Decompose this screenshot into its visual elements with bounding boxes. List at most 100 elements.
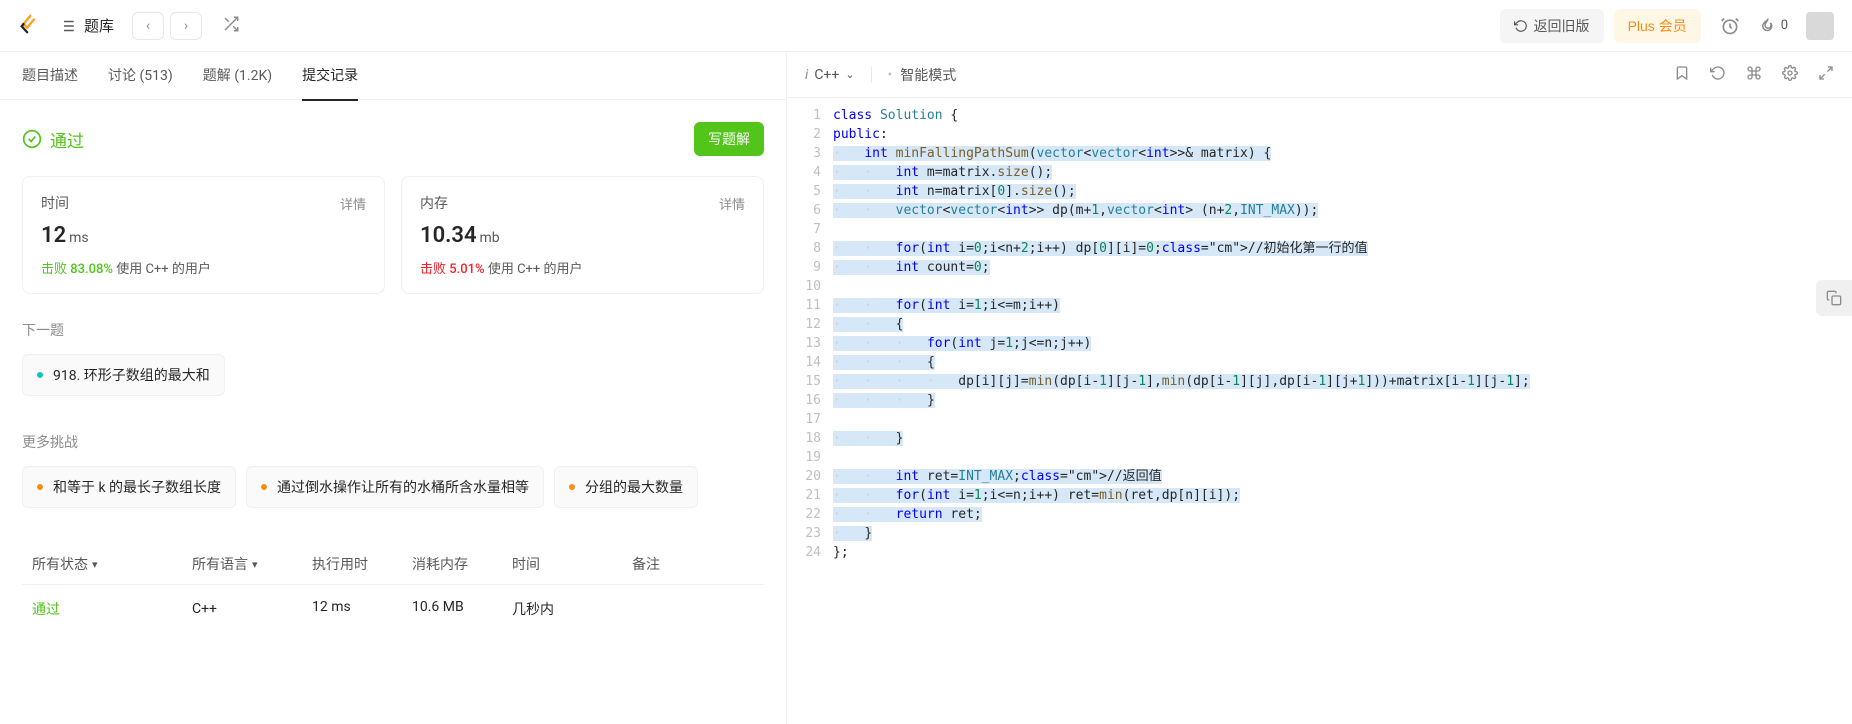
code-line: 19 bbox=[787, 448, 1852, 467]
dot-icon: • bbox=[888, 67, 893, 83]
code-line: 3· int minFallingPathSum(vector<vector<i… bbox=[787, 144, 1852, 163]
code-line: 6· · vector<vector<int>> dp(m+1,vector<i… bbox=[787, 201, 1852, 220]
code-line: 13· · · for(int j=1;j<=n;j++) bbox=[787, 334, 1852, 353]
challenge-chip[interactable]: 和等于 k 的最长子数组长度 bbox=[22, 466, 236, 508]
memory-value: 10.34 bbox=[420, 223, 477, 248]
logo-icon[interactable] bbox=[18, 13, 40, 39]
avatar[interactable] bbox=[1806, 12, 1834, 40]
time-suffix: 使用 C++ 的用户 bbox=[116, 262, 211, 277]
col-time-header: 时间 bbox=[502, 554, 622, 574]
col-memory-header: 消耗内存 bbox=[402, 554, 502, 574]
info-icon: i bbox=[805, 67, 808, 83]
row-status: 通过 bbox=[22, 599, 182, 619]
code-line: 21· · for(int i=1;i<=n;i++) ret=min(ret,… bbox=[787, 486, 1852, 505]
code-line: 10 bbox=[787, 277, 1852, 296]
time-label: 时间 bbox=[41, 193, 69, 213]
copy-icon[interactable] bbox=[1816, 280, 1852, 316]
time-card: 时间 详情 12ms 击败 83.08% 使用 C++ 的用户 bbox=[22, 176, 385, 294]
code-line: 24}; bbox=[787, 543, 1852, 562]
topbar: 题库 ‹ › 返回旧版 Plus 会员 0 bbox=[0, 0, 1852, 52]
table-row[interactable]: 通过 C++ 12 ms 10.6 MB 几秒内 bbox=[22, 585, 764, 633]
command-icon[interactable] bbox=[1746, 65, 1762, 85]
code-line: 7 bbox=[787, 220, 1852, 239]
col-runtime-header: 执行用时 bbox=[302, 554, 402, 574]
code-line: 9· · int count=0; bbox=[787, 258, 1852, 277]
memory-detail[interactable]: 详情 bbox=[719, 194, 745, 213]
row-time: 几秒内 bbox=[502, 599, 622, 619]
code-line: 15· · · · dp[i][j]=min(dp[i-1][j-1],min(… bbox=[787, 372, 1852, 391]
submission-table-head: 所有状态 ▾ 所有语言 ▾ 执行用时 消耗内存 时间 备注 bbox=[22, 544, 764, 585]
time-beat-prefix: 击败 bbox=[41, 262, 67, 277]
code-editor[interactable]: 1class Solution {2public:3· int minFalli… bbox=[787, 98, 1852, 724]
tabs: 题目描述 讨论 (513) 题解 (1.2K) 提交记录 bbox=[0, 52, 786, 100]
memory-pct: 5.01% bbox=[449, 262, 484, 277]
problems-label[interactable]: 题库 bbox=[84, 15, 114, 36]
memory-unit: mb bbox=[480, 230, 500, 246]
challenge-chip[interactable]: 分组的最大数量 bbox=[554, 466, 698, 508]
list-icon[interactable] bbox=[58, 17, 76, 35]
difficulty-dot-icon bbox=[569, 484, 575, 490]
prev-problem-button[interactable]: ‹ bbox=[132, 12, 164, 40]
next-title: 下一题 bbox=[22, 320, 764, 340]
tab-submissions[interactable]: 提交记录 bbox=[302, 52, 358, 101]
difficulty-dot-icon bbox=[37, 484, 43, 490]
col-status-header[interactable]: 所有状态 ▾ bbox=[22, 554, 182, 574]
language-label: C++ bbox=[814, 67, 839, 83]
next-problem-button[interactable]: › bbox=[170, 12, 202, 40]
time-value: 12 bbox=[41, 223, 66, 248]
status-pass: 通过 bbox=[22, 127, 84, 152]
code-line: 22· · return ret; bbox=[787, 505, 1852, 524]
memory-beat-prefix: 击败 bbox=[420, 262, 446, 277]
code-line: 23· } bbox=[787, 524, 1852, 543]
code-line: 16· · · } bbox=[787, 391, 1852, 410]
challenge-label: 和等于 k 的最长子数组长度 bbox=[53, 477, 221, 497]
code-line: 4· · int m=matrix.size(); bbox=[787, 163, 1852, 182]
tab-solutions[interactable]: 题解 (1.2K) bbox=[203, 52, 272, 101]
old-version-button[interactable]: 返回旧版 bbox=[1500, 9, 1604, 43]
tab-discuss[interactable]: 讨论 (513) bbox=[108, 52, 173, 101]
tab-description[interactable]: 题目描述 bbox=[22, 52, 78, 101]
code-line: 8· · for(int i=0;i<n+2;i++) dp[0][i]=0;c… bbox=[787, 239, 1852, 258]
row-note bbox=[622, 599, 764, 619]
memory-suffix: 使用 C++ 的用户 bbox=[488, 262, 583, 277]
settings-icon[interactable] bbox=[1782, 65, 1798, 85]
challenge-chip[interactable]: 通过倒水操作让所有的水桶所含水量相等 bbox=[246, 466, 544, 508]
code-line: 14· · · { bbox=[787, 353, 1852, 372]
chevron-down-icon: ▾ bbox=[92, 558, 98, 571]
plus-button[interactable]: Plus 会员 bbox=[1614, 9, 1701, 43]
row-runtime: 12 ms bbox=[302, 599, 402, 619]
next-problem-chip[interactable]: 918. 环形子数组的最大和 bbox=[22, 354, 225, 396]
editor-toolbar: i C++ ⌄ • 智能模式 bbox=[787, 52, 1852, 98]
next-problem-label: 918. 环形子数组的最大和 bbox=[53, 365, 210, 385]
col-note-header: 备注 bbox=[622, 554, 764, 574]
code-line: 5· · int n=matrix[0].size(); bbox=[787, 182, 1852, 201]
code-line: 12· · { bbox=[787, 315, 1852, 334]
code-line: 1class Solution { bbox=[787, 106, 1852, 125]
reset-icon[interactable] bbox=[1710, 65, 1726, 85]
language-selector[interactable]: C++ ⌄ bbox=[814, 67, 854, 83]
code-line: 20· · int ret=INT_MAX;class="cm">//返回值 bbox=[787, 467, 1852, 486]
time-detail[interactable]: 详情 bbox=[340, 194, 366, 213]
more-title: 更多挑战 bbox=[22, 432, 764, 452]
challenge-label: 分组的最大数量 bbox=[585, 477, 683, 497]
write-solution-button[interactable]: 写题解 bbox=[694, 122, 764, 156]
fullscreen-icon[interactable] bbox=[1818, 65, 1834, 85]
right-pane: i C++ ⌄ • 智能模式 1class Solution {2public:… bbox=[787, 52, 1852, 724]
left-pane: 题目描述 讨论 (513) 题解 (1.2K) 提交记录 通过 写题解 时间 详… bbox=[0, 52, 787, 724]
time-pct: 83.08% bbox=[70, 262, 113, 277]
divider bbox=[871, 67, 872, 83]
time-unit: ms bbox=[69, 230, 89, 246]
smart-mode[interactable]: 智能模式 bbox=[900, 65, 956, 85]
fire-icon[interactable]: 0 bbox=[1759, 15, 1788, 37]
fire-count: 0 bbox=[1781, 18, 1788, 33]
status-text: 通过 bbox=[50, 127, 84, 152]
code-line: 17 bbox=[787, 410, 1852, 429]
code-line: 11· · for(int i=1;i<=m;i++) bbox=[787, 296, 1852, 315]
shuffle-icon[interactable] bbox=[222, 15, 240, 37]
difficulty-dot-icon bbox=[37, 372, 43, 378]
col-lang-header[interactable]: 所有语言 ▾ bbox=[182, 554, 302, 574]
chevron-down-icon: ▾ bbox=[252, 558, 258, 571]
bookmark-icon[interactable] bbox=[1674, 65, 1690, 85]
timer-icon[interactable] bbox=[1719, 15, 1741, 37]
code-line: 18· · } bbox=[787, 429, 1852, 448]
